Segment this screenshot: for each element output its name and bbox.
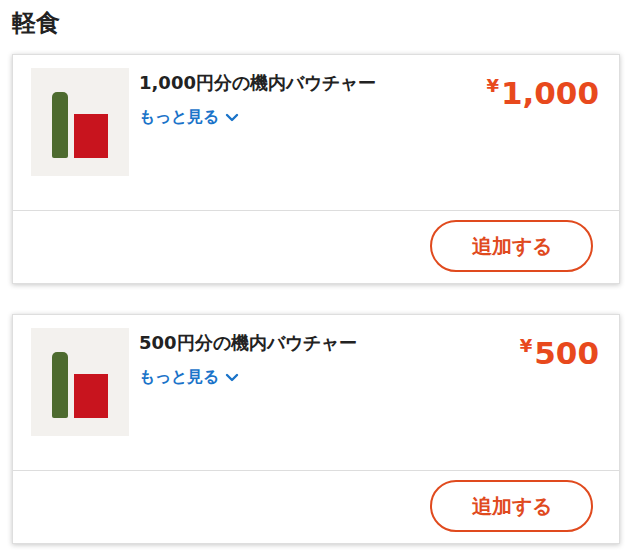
product-title: 1,000円分の機内バウチャー (139, 71, 476, 95)
product-info: 500円分の機内バウチャーもっと見る (139, 328, 510, 388)
product-title: 500円分の機内バウチャー (139, 331, 510, 355)
product-photo (31, 328, 129, 436)
chevron-down-icon (225, 113, 239, 123)
currency-symbol: ¥ (486, 74, 499, 98)
box-shape (74, 374, 108, 418)
price: ¥1,000 (486, 68, 599, 112)
chevron-down-icon (225, 373, 239, 383)
price: ¥500 (520, 328, 599, 372)
bottle-shape (52, 92, 68, 158)
product-info: 1,000円分の機内バウチャーもっと見る (139, 68, 476, 128)
currency-symbol: ¥ (520, 334, 533, 358)
product-photo (31, 68, 129, 176)
card-body: 500円分の機内バウチャーもっと見る¥500 (13, 315, 619, 470)
see-more-link[interactable]: もっと見る (139, 367, 239, 388)
section-title: 軽食 (12, 6, 620, 40)
bottle-shape (52, 352, 68, 418)
product-list: 1,000円分の機内バウチャーもっと見る¥1,000追加する500円分の機内バウ… (12, 54, 620, 544)
card-footer: 追加する (13, 210, 619, 283)
page: 軽食1,000円分の機内バウチャーもっと見る¥1,000追加する500円分の機内… (0, 0, 630, 555)
product-card: 1,000円分の機内バウチャーもっと見る¥1,000追加する (12, 54, 620, 284)
see-more-link[interactable]: もっと見る (139, 107, 239, 128)
add-button[interactable]: 追加する (430, 220, 593, 272)
card-footer: 追加する (13, 470, 619, 543)
price-amount: 1,000 (501, 74, 599, 112)
product-card: 500円分の機内バウチャーもっと見る¥500追加する (12, 314, 620, 544)
add-button[interactable]: 追加する (430, 480, 593, 532)
price-amount: 500 (534, 334, 599, 372)
box-shape (74, 114, 108, 158)
card-body: 1,000円分の機内バウチャーもっと見る¥1,000 (13, 55, 619, 210)
